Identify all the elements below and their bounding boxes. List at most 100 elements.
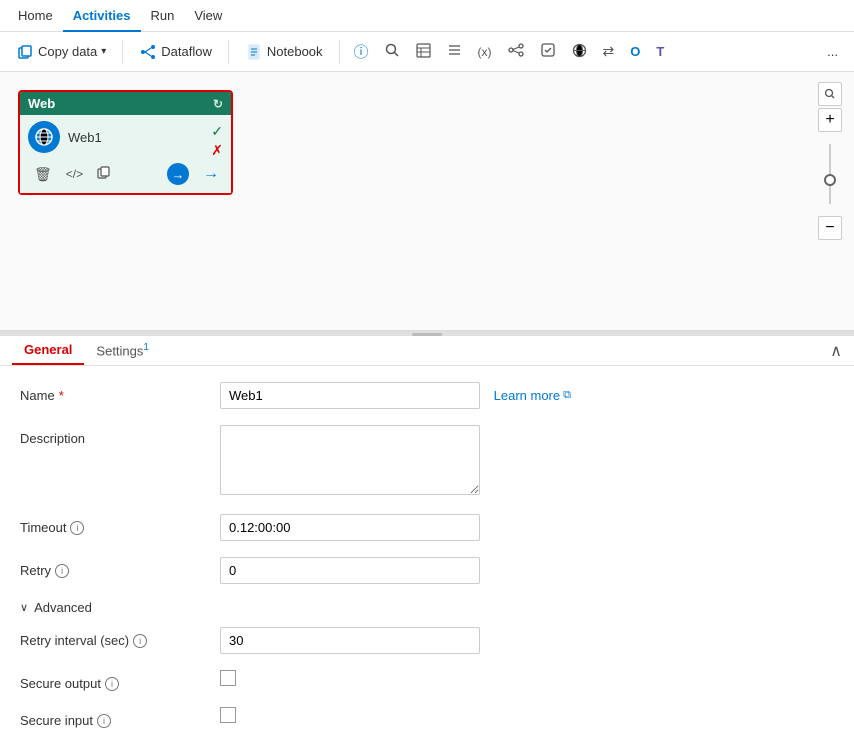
retry-input[interactable] [220, 557, 480, 584]
outlook-toolbar-icon: O [630, 44, 640, 59]
zoom-out-button[interactable]: − [818, 216, 842, 240]
form-row-retry: Retry i [20, 557, 834, 584]
nav-run[interactable]: Run [141, 0, 185, 32]
search-toolbar-icon [385, 43, 400, 61]
list-toolbar-button[interactable] [441, 39, 468, 65]
zoom-track [829, 144, 831, 204]
notebook-button[interactable]: Notebook [237, 39, 331, 65]
activity-arrow-right-icon: → [203, 165, 219, 183]
activity-delete-button[interactable]: 🗑 [32, 164, 54, 185]
advanced-label: Advanced [34, 600, 92, 615]
tab-settings[interactable]: Settings1 [84, 336, 161, 364]
dataflow-icon [139, 43, 157, 61]
info-toolbar-icon: ⓘ [354, 41, 369, 62]
form-row-retry-interval: Retry interval (sec) i [20, 627, 834, 654]
tab-general[interactable]: General [12, 336, 84, 365]
description-control [220, 425, 834, 498]
search-toolbar-button[interactable] [379, 39, 406, 65]
activity-name: Web1 [68, 130, 102, 145]
validate-toolbar-button[interactable] [534, 38, 562, 65]
form-row-timeout: Timeout i [20, 514, 834, 541]
dataflow-button[interactable]: Dataflow [131, 39, 220, 65]
copy-data-icon [16, 43, 34, 61]
activity-run-button[interactable]: → [167, 163, 189, 185]
arrow-toolbar-button[interactable]: ⇄ [597, 39, 621, 64]
tab-settings-label: Settings [96, 344, 143, 359]
name-input[interactable] [220, 382, 480, 409]
activity-status-actions: ✓ ✗ [211, 123, 223, 159]
description-input[interactable] [220, 425, 480, 495]
list-toolbar-icon [447, 43, 462, 61]
secure-output-label: Secure output i [20, 670, 220, 691]
tab-general-label: General [24, 342, 72, 357]
retry-interval-info-icon[interactable]: i [133, 634, 147, 648]
globe-toolbar-button[interactable] [566, 39, 593, 65]
nav-activities[interactable]: Activities [63, 0, 141, 32]
separator-2 [228, 40, 229, 64]
top-nav: Home Activities Run View [0, 0, 854, 32]
notebook-icon [245, 43, 263, 61]
variable-toolbar-icon: (x) [478, 45, 492, 59]
activity-header-title: Web [28, 96, 55, 111]
zoom-slider[interactable] [829, 134, 831, 214]
zoom-controls: + − [818, 82, 842, 240]
secure-output-checkbox[interactable] [220, 670, 236, 686]
secure-input-checkbox[interactable] [220, 707, 236, 723]
zoom-search-button[interactable] [818, 82, 842, 106]
arrow-toolbar-icon: ⇄ [603, 43, 615, 60]
nav-home[interactable]: Home [8, 0, 63, 32]
more-toolbar-button[interactable]: ... [819, 40, 846, 63]
web-activity-node[interactable]: Web ↻ Web1 ✓ ✗ 🗑 </> [18, 90, 233, 195]
outlook-toolbar-button[interactable]: O [624, 40, 646, 63]
timeout-label: Timeout i [20, 514, 220, 535]
name-control: Learn more ⧉ [220, 382, 834, 409]
activity-run-icon: → [172, 167, 185, 182]
zoom-thumb [824, 174, 836, 186]
advanced-toggle-button[interactable]: ∨ Advanced [20, 600, 92, 615]
learn-more-link[interactable]: Learn more ⧉ [494, 388, 571, 403]
activity-toolbar: 🗑 </> → → [28, 161, 223, 187]
zoom-in-button[interactable]: + [818, 108, 842, 132]
description-label: Description [20, 425, 220, 446]
panel-collapse-button[interactable]: ∧ [830, 341, 842, 361]
retry-interval-input[interactable] [220, 627, 480, 654]
retry-interval-control [220, 627, 834, 654]
copy-data-label: Copy data [38, 44, 97, 59]
variable-toolbar-button[interactable]: (x) [472, 41, 498, 63]
teams-toolbar-button[interactable]: T [650, 40, 670, 63]
retry-control [220, 557, 834, 584]
activity-header: Web ↻ [20, 92, 231, 115]
form-area: Name * Learn more ⧉ Description [0, 366, 854, 737]
activity-code-button[interactable]: </> [64, 165, 85, 183]
nav-view[interactable]: View [184, 0, 232, 32]
validate-toolbar-icon [540, 42, 556, 61]
separator-1 [122, 40, 123, 64]
canvas-area: Web ↻ Web1 ✓ ✗ 🗑 </> [0, 72, 854, 332]
activity-body: Web1 ✓ ✗ 🗑 </> → → [20, 115, 231, 193]
activity-header-icon: ↻ [213, 97, 223, 111]
advanced-chevron-icon: ∨ [20, 601, 28, 614]
secure-output-info-icon[interactable]: i [105, 677, 119, 691]
retry-interval-label: Retry interval (sec) i [20, 627, 220, 648]
bottom-panel: General Settings1 ∧ Name * Learn more ⧉ [0, 336, 854, 737]
advanced-section: ∨ Advanced Retry interval (sec) i Secure… [20, 600, 834, 728]
secure-input-info-icon[interactable]: i [97, 714, 111, 728]
activity-copy-button[interactable] [95, 164, 113, 185]
table-toolbar-button[interactable] [410, 39, 437, 65]
copy-data-chevron: ▾ [101, 46, 106, 57]
activity-globe-icon [28, 121, 60, 153]
activity-check-icon: ✓ [211, 123, 223, 140]
dataflow-label: Dataflow [161, 44, 212, 59]
secure-input-label: Secure input i [20, 707, 220, 728]
panel-tabs: General Settings1 ∧ [0, 336, 854, 366]
copy-data-button[interactable]: Copy data ▾ [8, 39, 114, 65]
timeout-input[interactable] [220, 514, 480, 541]
teams-toolbar-icon: T [656, 44, 664, 59]
pipeline-toolbar-button[interactable] [502, 38, 530, 65]
more-toolbar-label: ... [827, 44, 838, 59]
pipeline-toolbar-icon [508, 42, 524, 61]
timeout-info-icon[interactable]: i [70, 521, 84, 535]
separator-3 [339, 40, 340, 64]
retry-info-icon[interactable]: i [55, 564, 69, 578]
info-toolbar-button[interactable]: ⓘ [348, 37, 375, 66]
